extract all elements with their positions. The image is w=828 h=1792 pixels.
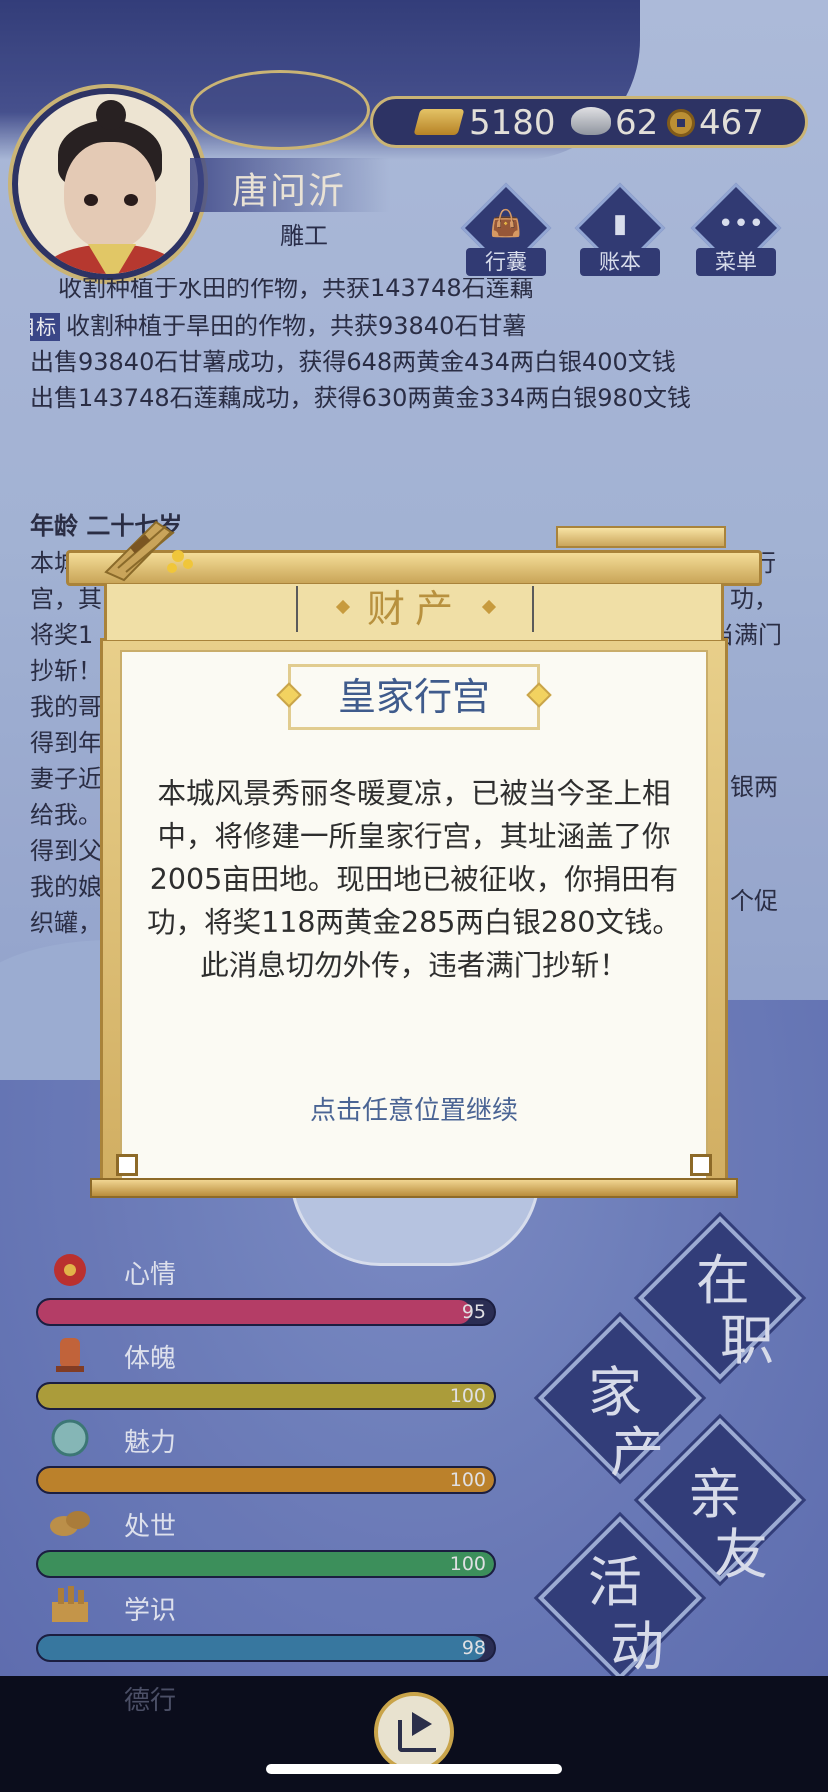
home-indicator[interactable] xyxy=(266,1764,562,1774)
stat-label-virtue: 德行 xyxy=(124,1686,177,1716)
corner-ornament xyxy=(116,1154,138,1176)
wheat-bundle-icon xyxy=(104,520,193,582)
modal-base xyxy=(90,1178,738,1198)
modal-subtitle: 皇家行宫 xyxy=(337,675,490,719)
corner-ornament xyxy=(690,1154,712,1176)
modal-roof-ornament xyxy=(556,526,726,548)
modal-header: 财产 xyxy=(366,587,463,631)
share-button[interactable] xyxy=(374,1692,454,1772)
modal-body: 本城风景秀丽冬暖夏凉，已被当今圣上相中，将修建一所皇家行宫，其址涵盖了你2005… xyxy=(147,777,681,982)
continue-prompt[interactable]: 点击任意位置继续 xyxy=(140,1090,688,1127)
